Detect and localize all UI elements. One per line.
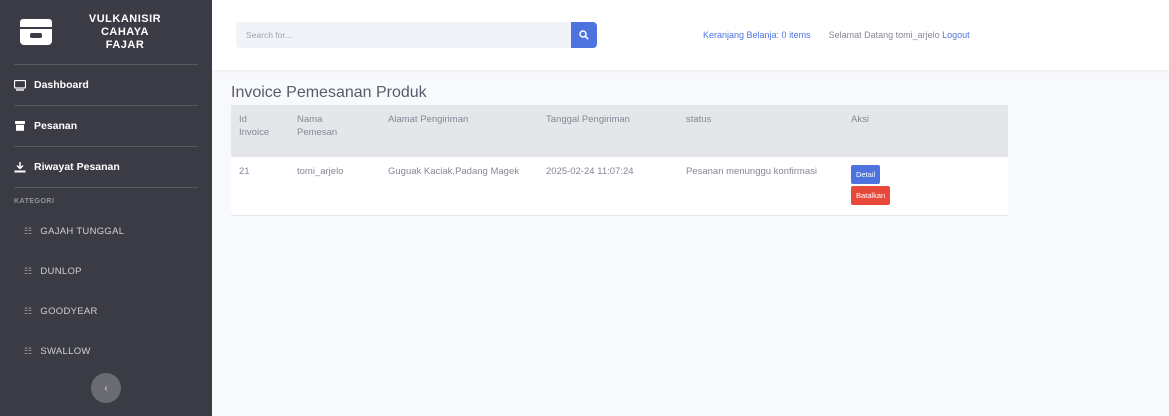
chevron-left-icon: ‹ [104, 382, 108, 394]
tag-icon: ☷ [24, 265, 33, 276]
app-root: VULKANISIR CAHAYA FAJAR Dashboard Pesana… [0, 0, 1169, 416]
sidebar-item-label: GAJAH TUNGGAL [40, 225, 125, 237]
cell-id: 21 [231, 157, 289, 216]
cancel-order-button[interactable]: Batalkan [851, 186, 891, 205]
cell-alamat: Guguak Kaciak,Padang Magek [380, 157, 538, 216]
header-line: Aksi [851, 114, 869, 125]
sidebar-item-gajah-tunggal[interactable]: ☷ GAJAH TUNGGAL [0, 211, 212, 251]
sidebar-item-dunlop[interactable]: ☷ DUNLOP [0, 251, 212, 291]
sidebar: VULKANISIR CAHAYA FAJAR Dashboard Pesana… [0, 0, 212, 416]
cell-tanggal: 2025-02-24 11:07:24 [538, 157, 678, 216]
search-button[interactable] [571, 22, 597, 48]
cart-link[interactable]: Keranjang Belanja: 0 items [703, 30, 811, 40]
column-header-status: status [678, 105, 843, 157]
header-line: Tanggal Pengiriman [546, 114, 630, 125]
sidebar-item-dashboard[interactable]: Dashboard [0, 65, 212, 105]
content-area: Keranjang Belanja: 0 items Selamat Datan… [212, 0, 1169, 416]
header-line: Invoice [239, 127, 270, 138]
sidebar-item-label: Riwayat Pesanan [34, 161, 120, 173]
box-icon [14, 120, 26, 132]
sidebar-item-goodyear[interactable]: ☷ GOODYEAR [0, 291, 212, 331]
detail-button[interactable]: Detail [851, 165, 881, 184]
header-line: Id [239, 114, 247, 125]
download-icon [14, 161, 26, 173]
welcome-message: Selamat Datang tomi_arjelo [828, 30, 940, 40]
sidebar-item-label: GOODYEAR [40, 305, 98, 317]
tag-icon: ☷ [24, 305, 33, 316]
sidebar-item-pesanan[interactable]: Pesanan [0, 106, 212, 146]
column-header-alamat: Alamat Pengiriman [380, 105, 538, 157]
sidebar-toggle-wrap: ‹ [0, 373, 212, 403]
table-header-row: Id Invoice Nama Pemesan Alamat Pengirima… [231, 105, 1008, 157]
page-title: Invoice Pemesanan Produk [231, 84, 427, 101]
sidebar-brand[interactable]: VULKANISIR CAHAYA FAJAR [0, 0, 212, 64]
column-header-nama: Nama Pemesan [289, 105, 380, 157]
column-header-aksi: Aksi [843, 105, 1008, 157]
search-icon [579, 30, 589, 40]
header-line: Pemesan [297, 127, 338, 138]
sidebar-toggle-button[interactable]: ‹ [91, 373, 121, 403]
welcome-text: Selamat Datang tomi_arjelo Logout [829, 30, 970, 40]
tv-icon [14, 79, 26, 91]
logout-link[interactable]: Logout [942, 30, 970, 40]
brand-name: VULKANISIR CAHAYA FAJAR [70, 13, 180, 52]
sidebar-item-riwayat[interactable]: Riwayat Pesanan [0, 147, 212, 187]
column-header-tanggal: Tanggal Pengiriman [538, 105, 678, 157]
sidebar-item-swallow[interactable]: ☷ SWALLOW [0, 331, 212, 371]
brand-line-3: FAJAR [105, 38, 145, 51]
sidebar-item-label: SWALLOW [40, 345, 91, 357]
sidebar-item-label: DUNLOP [40, 265, 82, 277]
header-line: Alamat Pengiriman [388, 114, 469, 125]
sidebar-item-label: Pesanan [34, 120, 78, 132]
search-input[interactable] [236, 22, 571, 48]
sidebar-item-label: Dashboard [34, 79, 89, 91]
cell-status: Pesanan menunggu konfirmasi [678, 157, 843, 216]
tag-icon: ☷ [24, 225, 33, 236]
table-row: 21 tomi_arjelo Guguak Kaciak,Padang Mage… [231, 157, 1008, 216]
topbar: Keranjang Belanja: 0 items Selamat Datan… [212, 0, 1169, 70]
invoice-page: Invoice Pemesanan Produk Id Invoice Nama… [212, 70, 1169, 216]
brand-line-1: VULKANISIR [88, 12, 162, 25]
column-header-id: Id Invoice [231, 105, 289, 157]
sidebar-heading: KATEGORI [14, 198, 55, 205]
store-icon [20, 19, 52, 45]
header-line: Nama [297, 114, 323, 125]
header-line: status [686, 114, 712, 125]
tag-icon: ☷ [24, 345, 33, 356]
cell-aksi: Detail Batalkan [843, 157, 1008, 216]
invoice-table: Id Invoice Nama Pemesan Alamat Pengirima… [231, 105, 1008, 216]
cell-nama: tomi_arjelo [289, 157, 380, 216]
brand-line-2: CAHAYA [100, 25, 150, 38]
search-bar [236, 22, 597, 48]
